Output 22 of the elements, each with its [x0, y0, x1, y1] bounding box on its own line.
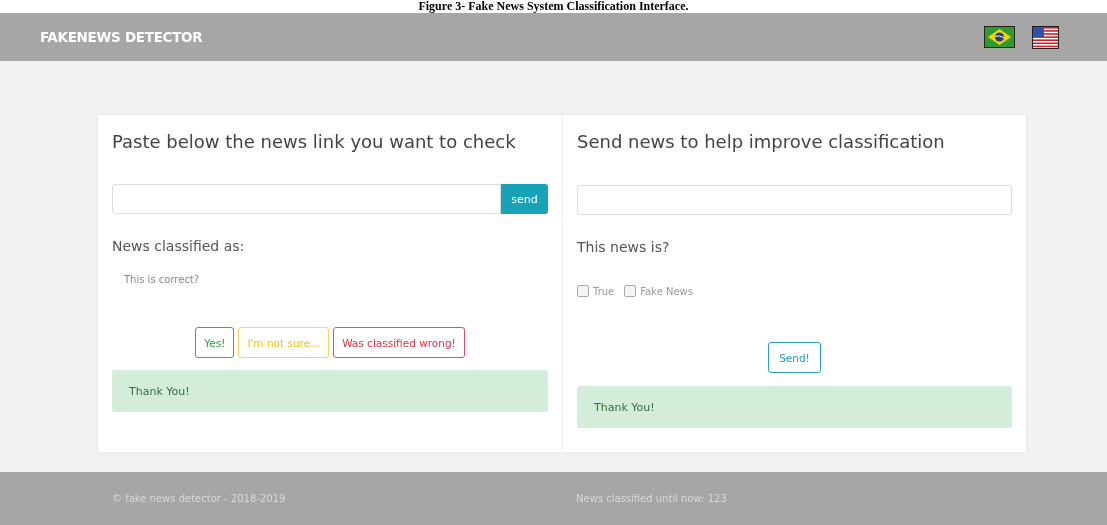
send-button[interactable]: send: [501, 184, 548, 214]
checkbox-label[interactable]: True: [593, 285, 615, 297]
send-button[interactable]: Send!: [768, 342, 821, 373]
question-text: This is correct?: [124, 274, 201, 285]
question-label: This news is?: [577, 239, 671, 255]
checkbox[interactable]: [577, 285, 589, 297]
panel-title: Paste below the news link you want to check: [112, 131, 517, 154]
brand-title: FAKENEWS DETECTOR: [40, 29, 203, 45]
usa-flag-icon[interactable]: [1032, 25, 1059, 49]
success-alert: Thank You!: [112, 370, 548, 412]
success-alert: Thank You!: [577, 386, 1012, 428]
feedback-button[interactable]: Was classified wrong!: [333, 327, 465, 358]
brazil-flag-icon[interactable]: [984, 26, 1015, 48]
feedback-button[interactable]: Yes!: [195, 327, 235, 358]
panel-title: Send news to help improve classification: [577, 131, 946, 154]
news-input-field[interactable]: [577, 185, 1012, 215]
figure-caption: Figure 3- Fake News System Classification Interface.: [418, 0, 689, 13]
link-input-field[interactable]: [112, 184, 501, 214]
checkbox-label[interactable]: Fake News: [640, 285, 693, 297]
result-label: News classified as:: [112, 238, 246, 254]
checkbox[interactable]: [624, 285, 637, 297]
feedback-button[interactable]: I'm not sure...: [238, 327, 330, 358]
